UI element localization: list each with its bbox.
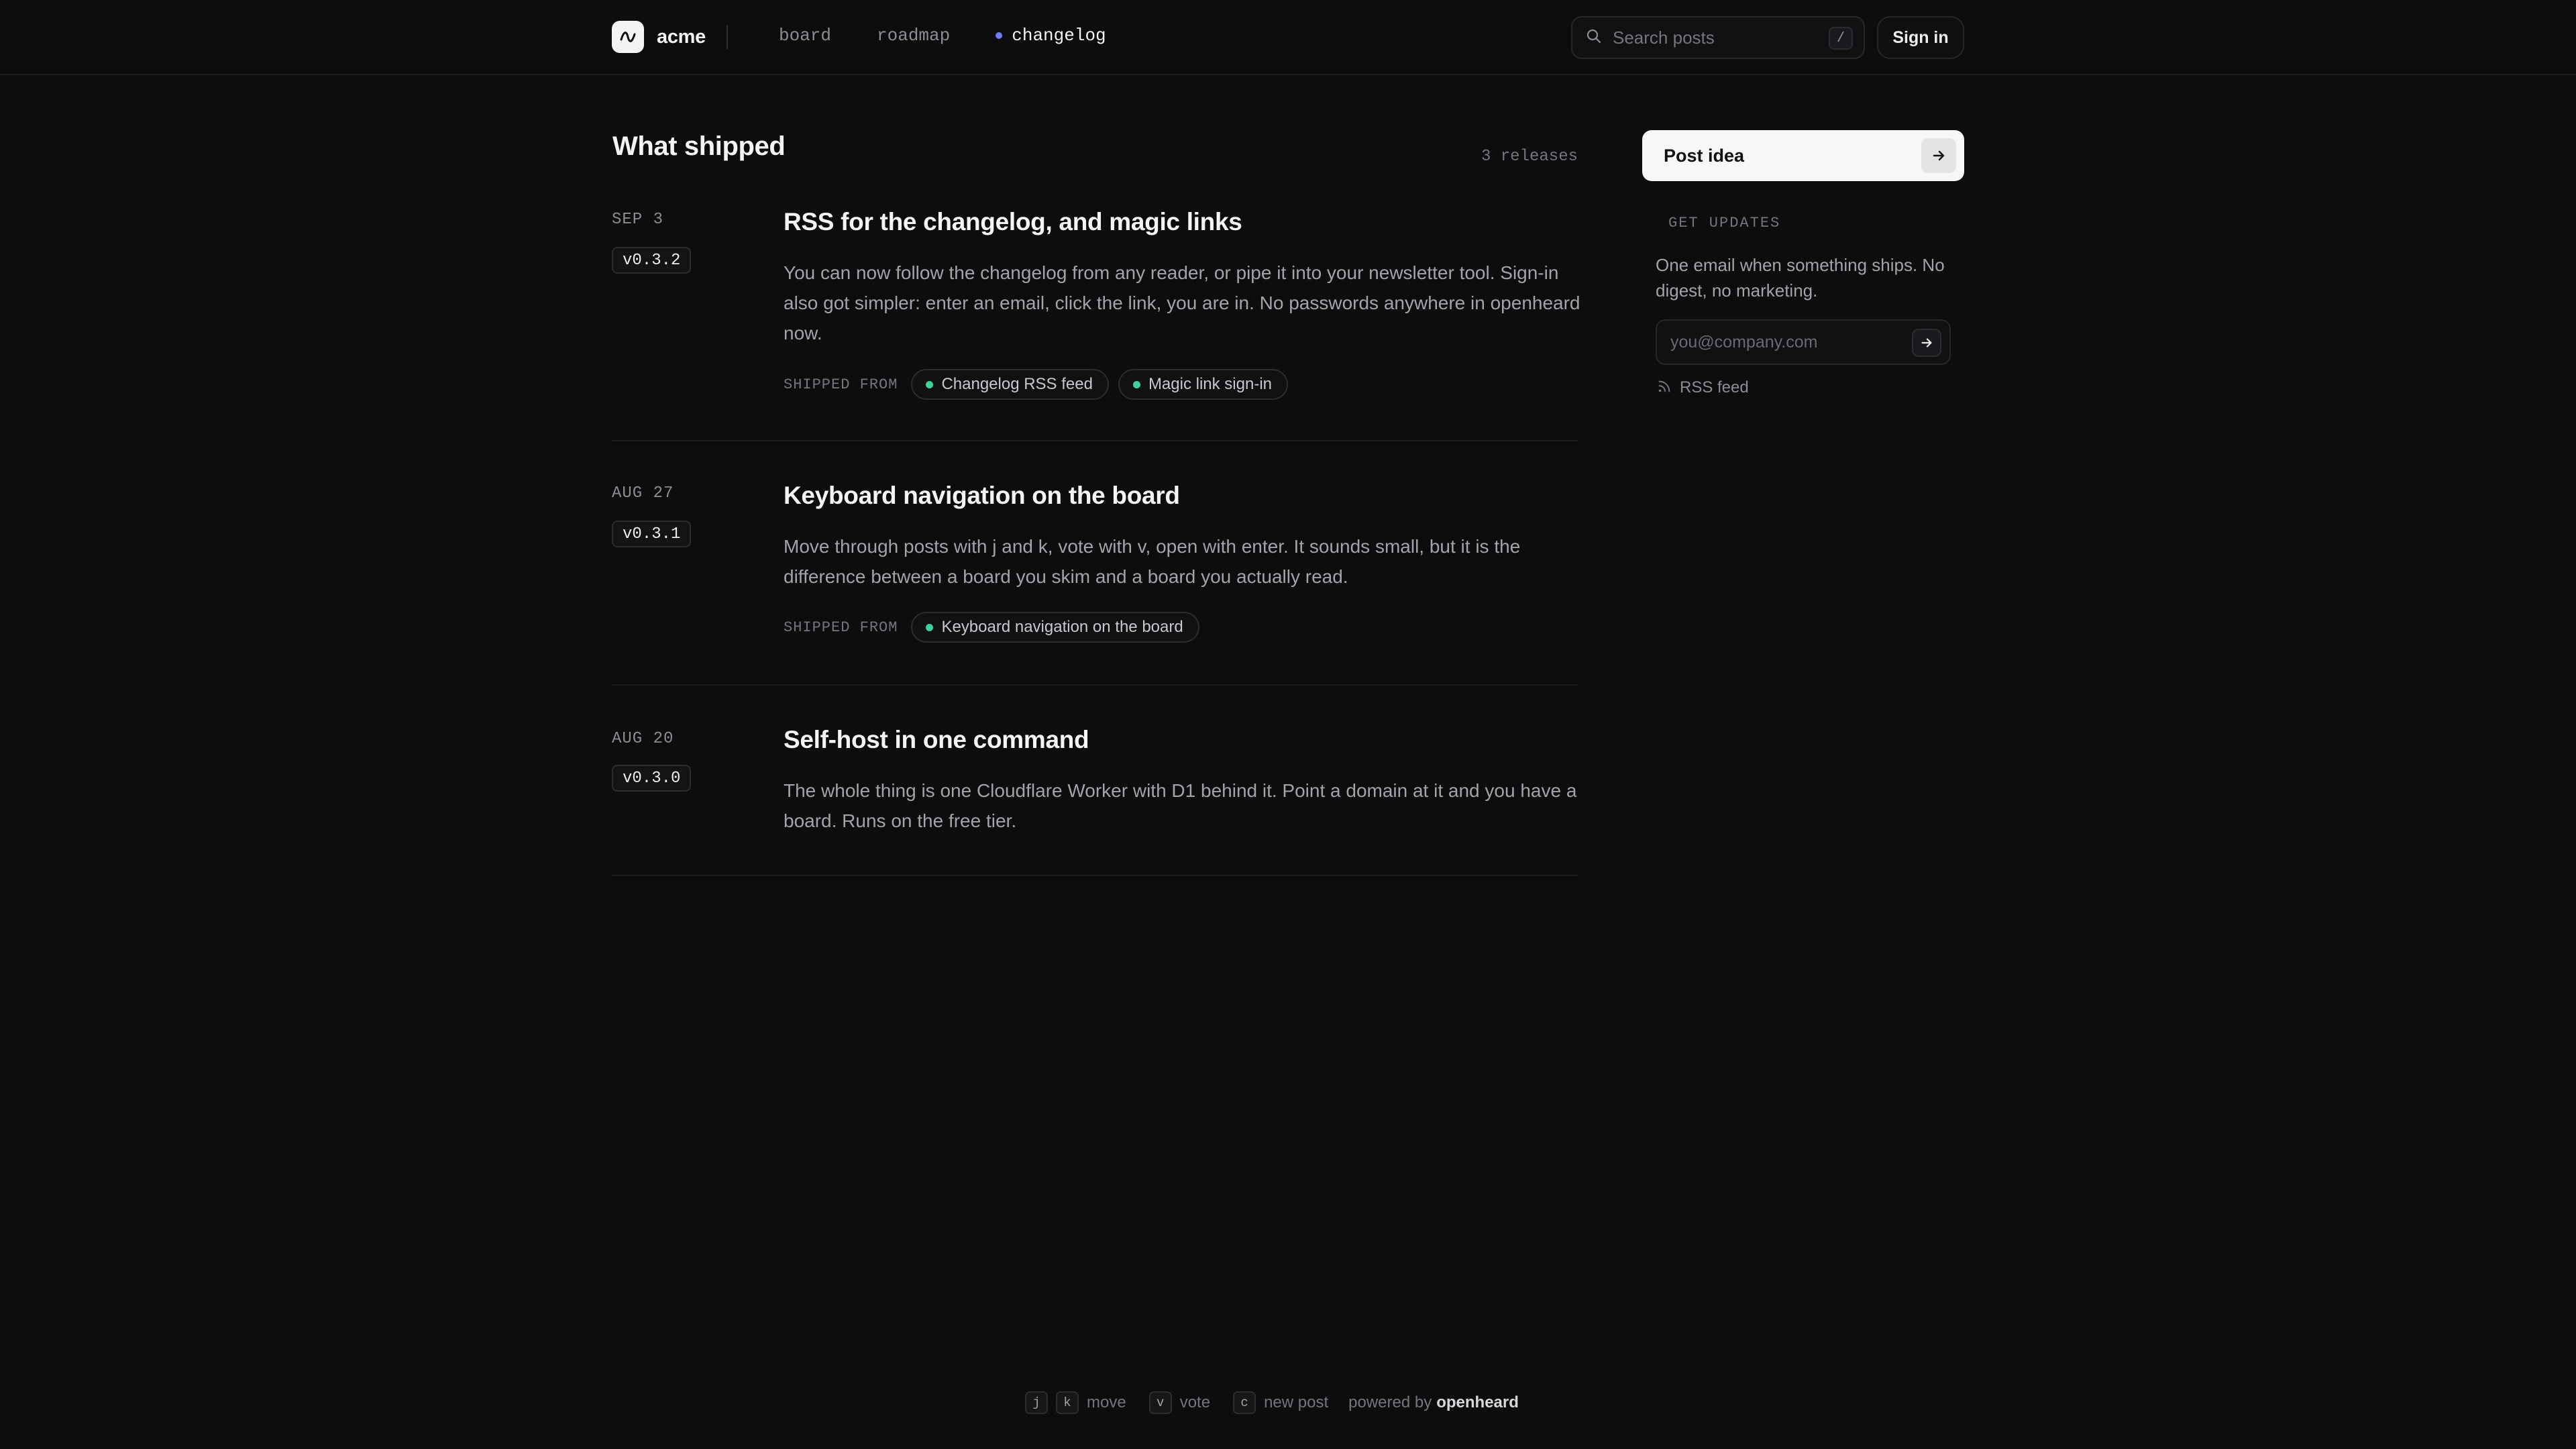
release-description: Move through posts with j and k, vote wi… bbox=[784, 536, 1521, 587]
search-box[interactable]: / bbox=[1571, 16, 1865, 59]
arrow-right-icon bbox=[1921, 338, 1932, 347]
release-item: AUG 20 v0.3.0 Self-host in one command T… bbox=[612, 686, 1578, 876]
email-subscribe-field[interactable] bbox=[1656, 319, 1951, 365]
brand[interactable]: acme bbox=[612, 21, 728, 53]
post-idea-button[interactable]: Post idea bbox=[1642, 130, 1964, 181]
brand-name: acme bbox=[657, 25, 706, 48]
chip-label: Keyboard navigation on the board bbox=[941, 618, 1183, 636]
release-date: SEP 3 bbox=[612, 211, 664, 229]
post-idea-label: Post idea bbox=[1664, 145, 1745, 166]
release-title[interactable]: Self-host in one command bbox=[784, 726, 1089, 754]
page-title: What shipped bbox=[612, 131, 786, 161]
release-count: 3 releases bbox=[1481, 148, 1578, 166]
top-bar: acme board roadmap changelog / Sign in bbox=[0, 0, 2576, 75]
email-input[interactable] bbox=[1670, 332, 1898, 352]
key-j: j bbox=[1025, 1391, 1048, 1414]
status-dot bbox=[926, 623, 934, 631]
search-shortcut-key: / bbox=[1829, 27, 1853, 50]
nav-roadmap[interactable]: roadmap bbox=[877, 25, 950, 46]
new-post-hint: new post bbox=[1264, 1393, 1329, 1411]
wave-logo-icon bbox=[612, 21, 644, 53]
shipped-from-row: SHIPPED FROM Changelog RSS feed Magic li… bbox=[784, 369, 1297, 400]
shipped-from-row: SHIPPED FROM Keyboard navigation on the … bbox=[784, 612, 1209, 643]
shipped-post-chip[interactable]: Keyboard navigation on the board bbox=[911, 612, 1199, 643]
release-version-badge: v0.3.1 bbox=[612, 521, 692, 547]
shipped-from-label: SHIPPED FROM bbox=[784, 376, 898, 393]
subscribe-submit-button[interactable] bbox=[1912, 329, 1941, 357]
release-date: AUG 27 bbox=[612, 484, 674, 502]
release-date: AUG 20 bbox=[612, 730, 674, 748]
status-dot bbox=[926, 380, 934, 388]
brand-divider bbox=[726, 25, 728, 49]
key-c: c bbox=[1233, 1391, 1256, 1414]
release-description: The whole thing is one Cloudflare Worker… bbox=[784, 780, 1577, 831]
arrow-right-icon bbox=[1921, 138, 1956, 173]
release-title[interactable]: Keyboard navigation on the board bbox=[784, 482, 1180, 510]
release-title[interactable]: RSS for the changelog, and magic links bbox=[784, 208, 1242, 236]
key-v: v bbox=[1148, 1391, 1172, 1414]
search-input[interactable] bbox=[1613, 27, 1814, 48]
footer: j k move v vote c new post powered by op… bbox=[1025, 1391, 1519, 1414]
release-item: AUG 27 v0.3.1 Keyboard navigation on the… bbox=[612, 441, 1578, 686]
chip-label: Changelog RSS feed bbox=[941, 375, 1093, 393]
get-updates-heading: GET UPDATES bbox=[1668, 215, 1781, 231]
release-description: You can now follow the changelog from an… bbox=[784, 262, 1580, 343]
move-hint: move bbox=[1087, 1393, 1126, 1411]
main-nav: board roadmap changelog bbox=[779, 25, 1152, 46]
sign-in-button[interactable]: Sign in bbox=[1877, 16, 1964, 59]
shipped-from-label: SHIPPED FROM bbox=[784, 619, 898, 636]
release-version-badge: v0.3.2 bbox=[612, 247, 692, 274]
vote-hint: vote bbox=[1179, 1393, 1211, 1411]
active-indicator-dot bbox=[996, 32, 1003, 39]
nav-board[interactable]: board bbox=[779, 25, 831, 46]
search-icon bbox=[1586, 28, 1602, 48]
rss-icon bbox=[1657, 379, 1672, 397]
rss-feed-link[interactable]: RSS feed bbox=[1657, 378, 1749, 397]
shipped-post-chip[interactable]: Changelog RSS feed bbox=[911, 369, 1109, 400]
key-k: k bbox=[1056, 1391, 1079, 1414]
status-dot bbox=[1132, 380, 1140, 388]
get-updates-description: One email when something ships. No diges… bbox=[1656, 255, 1945, 301]
shipped-post-chip[interactable]: Magic link sign-in bbox=[1118, 369, 1289, 400]
powered-by-link[interactable]: openheard bbox=[1436, 1393, 1519, 1412]
chip-label: Magic link sign-in bbox=[1148, 375, 1273, 393]
release-item: SEP 3 v0.3.2 RSS for the changelog, and … bbox=[612, 195, 1580, 441]
rss-feed-label: RSS feed bbox=[1680, 378, 1749, 396]
nav-changelog[interactable]: changelog bbox=[996, 25, 1106, 46]
powered-by-label: powered by bbox=[1348, 1393, 1432, 1411]
release-version-badge: v0.3.0 bbox=[612, 765, 692, 792]
nav-changelog-label: changelog bbox=[1012, 25, 1106, 46]
